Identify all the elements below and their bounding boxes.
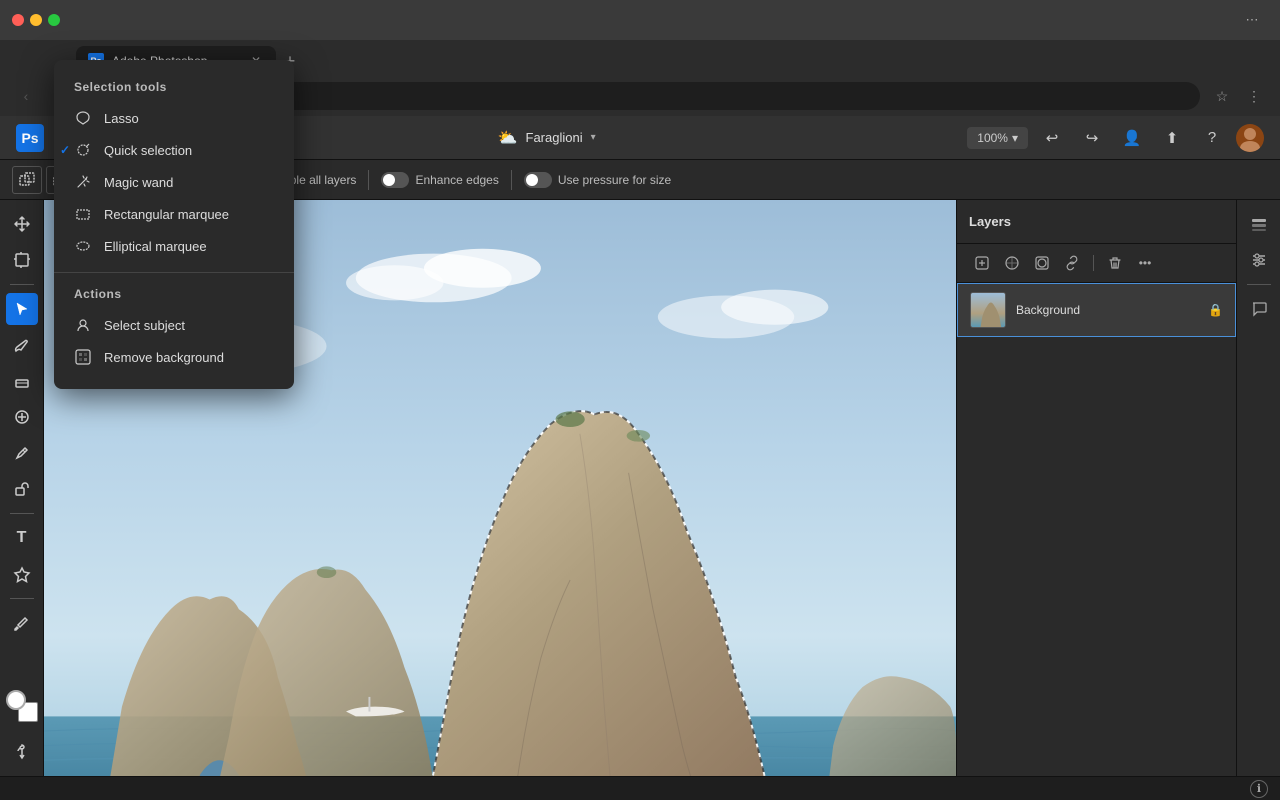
elliptical-marquee-icon (74, 237, 92, 255)
panel-title: Layers (969, 214, 1224, 229)
far-right-panel (1236, 200, 1280, 776)
remove-background-icon (74, 348, 92, 366)
enhance-edges-toggle[interactable]: Enhance edges (381, 172, 498, 188)
nav-right-icons: ☆ ⋮ (1208, 82, 1268, 110)
layers-toolbar-sep (1093, 255, 1094, 271)
add-layer-button[interactable] (969, 250, 995, 276)
selection-tool-button[interactable] (6, 293, 38, 325)
color-swatches[interactable] (4, 688, 40, 724)
zoom-selector[interactable]: 100% ▾ (967, 127, 1028, 149)
layer-more-button[interactable]: ••• (1132, 250, 1158, 276)
close-window-button[interactable] (12, 14, 24, 26)
layers-toolbar: ••• (957, 244, 1236, 283)
rectangular-marquee-label: Rectangular marquee (104, 207, 229, 222)
status-bar: ℹ (0, 776, 1280, 800)
toolbar-separator-4 (511, 170, 512, 190)
link-layer-button[interactable] (1059, 250, 1085, 276)
strip-separator (1247, 284, 1271, 285)
popup-divider (54, 272, 294, 273)
background-layer-item[interactable]: Background 🔒 (957, 283, 1236, 337)
zoom-pan-tool-button[interactable] (6, 736, 38, 768)
layers-panel: Layers (956, 200, 1236, 776)
tool-separator-3 (10, 598, 34, 599)
move-tool-button[interactable] (6, 208, 38, 240)
bookmark-icon[interactable]: ☆ (1208, 82, 1236, 110)
app-container: Ps (Beta) ≡ ⛅ Faraglioni ▾ 100% ▾ ↩ ↪ 👤 … (0, 116, 1280, 800)
pressure-size-label: Use pressure for size (558, 173, 671, 187)
left-toolbar: T (0, 200, 44, 776)
search-user-icon[interactable]: 👤 (1116, 122, 1148, 154)
header-right: 100% ▾ ↩ ↪ 👤 ⬆ ? (967, 122, 1264, 154)
info-icon[interactable]: ℹ (1250, 780, 1268, 798)
comments-panel-toggle[interactable] (1243, 293, 1275, 325)
rectangular-marquee-icon (74, 205, 92, 223)
adjustment-layer-button[interactable] (999, 250, 1025, 276)
pressure-size-toggle[interactable]: Use pressure for size (524, 172, 671, 188)
enhance-edges-switch[interactable] (381, 172, 409, 188)
layer-name-label: Background (1016, 303, 1198, 317)
healing-tool-button[interactable] (6, 401, 38, 433)
tool-separator-2 (10, 513, 34, 514)
select-subject-icon (74, 316, 92, 334)
remove-background-item[interactable]: Remove background (54, 341, 294, 373)
text-tool-button[interactable]: T (6, 522, 38, 554)
minimize-window-button[interactable] (30, 14, 42, 26)
clone-stamp-button[interactable] (6, 473, 38, 505)
redo-button[interactable]: ↪ (1076, 122, 1108, 154)
file-name-label: Faraglioni (526, 130, 583, 145)
tool-separator-1 (10, 284, 34, 285)
layers-panel-toggle[interactable] (1243, 208, 1275, 240)
file-dropdown-arrow[interactable]: ▾ (591, 132, 596, 143)
main-content: T (0, 200, 1280, 776)
delete-layer-button[interactable] (1102, 250, 1128, 276)
toolbar-separator-3 (368, 170, 369, 190)
browser-titlebar: ⋯ (0, 0, 1280, 40)
browser-more-icon[interactable]: ⋮ (1240, 82, 1268, 110)
panel-header: Layers (957, 200, 1236, 244)
user-avatar[interactable] (1236, 124, 1264, 152)
elliptical-marquee-item[interactable]: Elliptical marquee (54, 230, 294, 262)
cloud-icon: ⛅ (498, 128, 518, 148)
artboard-tool-button[interactable] (6, 244, 38, 276)
app-logo: Ps (16, 124, 44, 152)
brush-tool-button[interactable] (6, 329, 38, 361)
foreground-color-swatch[interactable] (6, 690, 26, 710)
selection-tools-popup: Selection tools Lasso ✓ Quick selection (54, 200, 294, 389)
window-menu-icon[interactable]: ⋯ (1236, 4, 1268, 36)
select-subject-label: Select subject (104, 318, 185, 333)
eraser-tool-button[interactable] (6, 365, 38, 397)
traffic-lights (12, 14, 60, 26)
add-to-selection-button[interactable] (12, 166, 42, 194)
pressure-size-switch[interactable] (524, 172, 552, 188)
shape-tool-button[interactable] (6, 558, 38, 590)
undo-button[interactable]: ↩ (1036, 122, 1068, 154)
share-button[interactable]: ⬆ (1156, 122, 1188, 154)
mask-layer-button[interactable] (1029, 250, 1055, 276)
adjustment-panel-toggle[interactable] (1243, 244, 1275, 276)
maximize-window-button[interactable] (48, 14, 60, 26)
select-subject-item[interactable]: Select subject (54, 309, 294, 341)
pen-tool-button[interactable] (6, 437, 38, 469)
elliptical-marquee-label: Elliptical marquee (104, 239, 207, 254)
rectangular-marquee-item[interactable]: Rectangular marquee (54, 200, 294, 230)
layer-thumbnail (970, 292, 1006, 328)
layers-list: Background 🔒 (957, 283, 1236, 776)
eyedropper-tool-button[interactable] (6, 607, 38, 639)
actions-title: Actions (54, 283, 294, 309)
back-button[interactable]: ‹ (12, 82, 40, 110)
remove-background-label: Remove background (104, 350, 224, 365)
help-button[interactable]: ? (1196, 122, 1228, 154)
enhance-edges-label: Enhance edges (415, 173, 498, 187)
layer-lock-icon: 🔒 (1208, 303, 1223, 317)
